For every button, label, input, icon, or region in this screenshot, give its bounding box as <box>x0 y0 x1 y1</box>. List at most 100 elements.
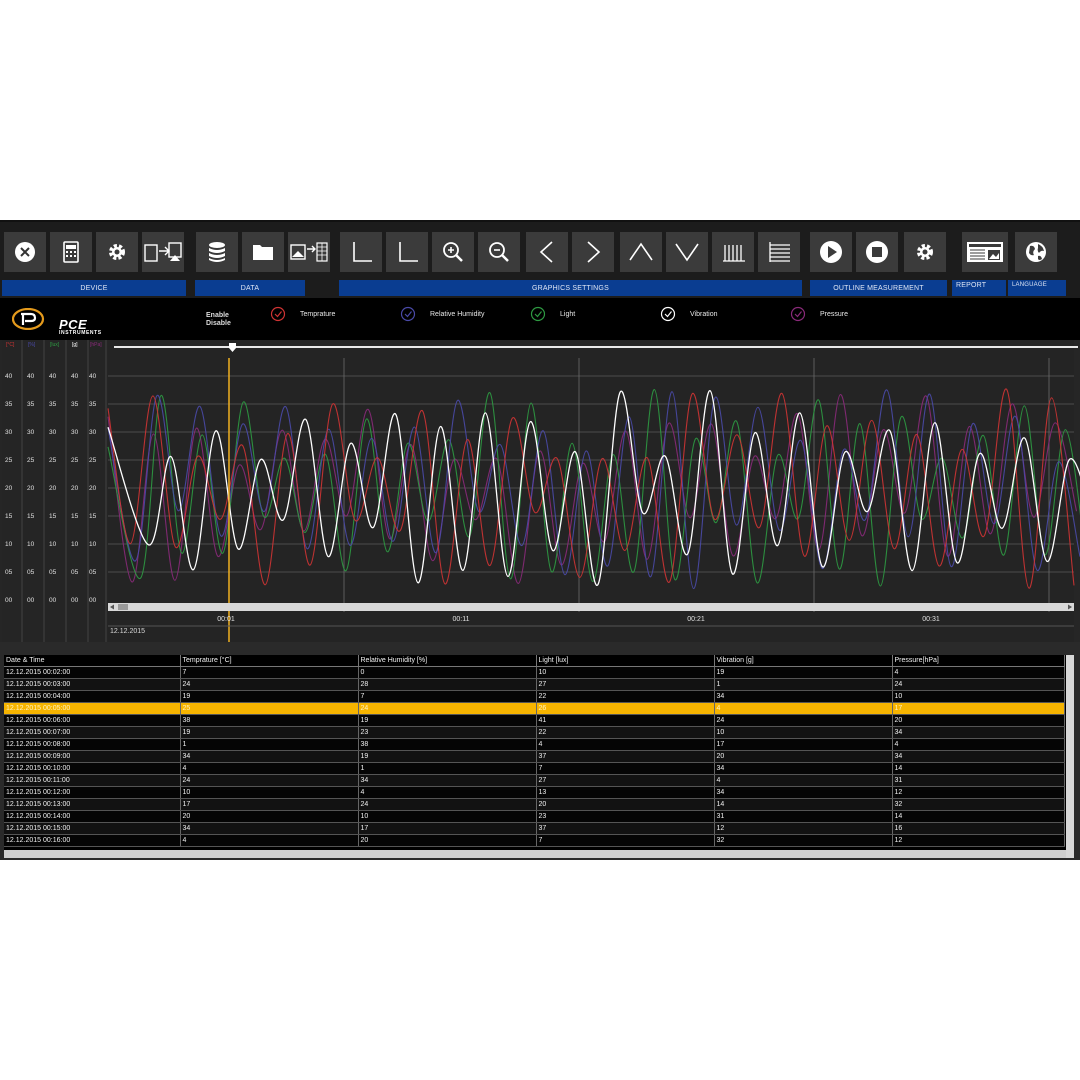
table-row[interactable]: 12.12.2015 00:09:00 34 19 37 20 34 <box>4 750 1065 763</box>
table-row[interactable]: 12.12.2015 00:10:00 4 1 7 34 14 <box>4 762 1065 775</box>
column-header[interactable]: Date & Time <box>4 655 181 667</box>
legend-humidity-toggle[interactable]: Relative Humidity <box>400 306 484 322</box>
table-cell: 10 <box>892 690 1065 703</box>
toolbar: DEVICE DATA GRAPHICS SETTINGS OUTLINE ME… <box>0 220 1080 300</box>
table-cell: 12.12.2015 00:14:00 <box>4 810 181 823</box>
check-circle-icon <box>400 306 416 322</box>
scroll-left-button[interactable] <box>526 232 568 272</box>
database-icon <box>209 242 225 262</box>
table-row[interactable]: 12.12.2015 00:12:00 10 4 13 34 12 <box>4 786 1065 799</box>
zoom-in-button[interactable] <box>432 232 474 272</box>
table-cell: 37 <box>536 750 715 763</box>
axis-button-1[interactable] <box>340 232 382 272</box>
zoom-out-button[interactable] <box>478 232 520 272</box>
scroll-down-button[interactable] <box>666 232 708 272</box>
y-tick-label: 20 <box>27 485 35 492</box>
axis-icon <box>399 242 418 262</box>
zoom-out-icon <box>489 242 509 262</box>
enable-text: Enable <box>206 312 229 319</box>
y-tick-label: 20 <box>89 485 97 492</box>
table-cell: 12 <box>892 834 1065 847</box>
chevron-right-icon <box>587 241 601 263</box>
table-row-selected[interactable]: 12.12.2015 00:05:00 25 24 26 4 17 <box>4 702 1065 715</box>
table-cell: 12.12.2015 00:05:00 <box>4 702 181 715</box>
language-button[interactable] <box>1015 232 1057 272</box>
export-button[interactable] <box>288 232 330 272</box>
table-row[interactable]: 12.12.2015 00:14:00 20 10 23 31 14 <box>4 810 1065 823</box>
table-cell: 20 <box>536 798 715 811</box>
y-tick-label: 35 <box>49 401 57 408</box>
play-button[interactable] <box>810 232 852 272</box>
folder-icon <box>253 245 273 260</box>
legend-temperature-toggle[interactable]: Temprature <box>270 306 335 322</box>
table-vertical-scrollbar[interactable] <box>1066 655 1074 858</box>
gear-icon <box>917 244 933 260</box>
data-section: DATA <box>195 280 305 296</box>
table-header-row: Date & Time Temprature [°C] Relative Humid… <box>4 655 1065 667</box>
legend-pressure-toggle[interactable]: Pressure <box>790 306 848 322</box>
column-header[interactable]: Vibration [g] <box>714 655 893 667</box>
table-row[interactable]: 12.12.2015 00:15:00 34 17 37 12 16 <box>4 822 1065 835</box>
column-header[interactable]: Light [lux] <box>536 655 715 667</box>
table-cell: 34 <box>714 762 893 775</box>
table-row[interactable]: 12.12.2015 00:04:00 19 7 22 34 10 <box>4 690 1065 703</box>
y-tick-label: 00 <box>49 597 57 604</box>
table-cell: 7 <box>536 834 715 847</box>
table-cell: 26 <box>536 702 715 715</box>
column-header[interactable]: Temprature [°C] <box>180 655 359 667</box>
table-cell: 7 <box>358 690 537 703</box>
column-header[interactable]: Relative Humidity [%] <box>358 655 537 667</box>
table-row[interactable]: 12.12.2015 00:03:00 24 28 27 1 24 <box>4 678 1065 691</box>
table-cell: 4 <box>180 834 359 847</box>
table-cell: 24 <box>892 678 1065 691</box>
table-cell: 4 <box>892 738 1065 751</box>
table-row[interactable]: 12.12.2015 00:11:00 24 34 27 4 31 <box>4 774 1065 787</box>
table-cell: 22 <box>536 726 715 739</box>
close-button[interactable] <box>4 232 46 272</box>
line-chart[interactable]: [°C] 40 35 30 25 20 15 10 05 00 [%] 40 35 30 25 20 15 10 0… <box>0 340 1080 642</box>
stop-button[interactable] <box>856 232 898 272</box>
report-button[interactable] <box>962 232 1008 272</box>
device-button[interactable] <box>50 232 92 272</box>
y-tick-label: 20 <box>5 485 13 492</box>
legend-vibration-toggle[interactable]: Vibration <box>660 306 718 322</box>
table-cell: 25 <box>180 702 359 715</box>
transfer-button[interactable] <box>142 232 184 272</box>
y-tick-label: 00 <box>5 597 13 604</box>
table-horizontal-scrollbar[interactable] <box>4 850 1066 858</box>
device-section: DEVICE <box>2 280 186 296</box>
table-row[interactable]: 12.12.2015 00:02:00 7 0 10 19 4 <box>4 666 1065 679</box>
chart-scrollbar[interactable] <box>108 603 1074 611</box>
open-folder-button[interactable] <box>242 232 284 272</box>
legend-light-toggle[interactable]: Light <box>530 306 575 322</box>
device-settings-button[interactable] <box>96 232 138 272</box>
table-row[interactable]: 12.12.2015 00:06:00 38 19 41 24 20 <box>4 714 1065 727</box>
y-tick-label: 25 <box>27 457 35 464</box>
table-cell: 17 <box>180 798 359 811</box>
column-header[interactable]: Pressure[hPa] <box>892 655 1065 667</box>
x-tick-label: 00:31 <box>922 616 940 623</box>
table-cell: 12.12.2015 00:10:00 <box>4 762 181 775</box>
measurement-settings-button[interactable] <box>904 232 946 272</box>
table-row[interactable]: 12.12.2015 00:16:00 4 20 7 32 12 <box>4 834 1065 847</box>
table-cell: 19 <box>180 690 359 703</box>
table-row[interactable]: 12.12.2015 00:13:00 17 24 20 14 32 <box>4 798 1065 811</box>
vertical-grid-button[interactable] <box>712 232 754 272</box>
scroll-right-button[interactable] <box>572 232 614 272</box>
zoom-in-icon <box>443 242 463 262</box>
table-row[interactable]: 12.12.2015 00:07:00 19 23 22 10 34 <box>4 726 1065 739</box>
table-cell: 4 <box>892 666 1065 679</box>
scroll-up-button[interactable] <box>620 232 662 272</box>
table-cell: 20 <box>358 834 537 847</box>
axis-button-2[interactable] <box>386 232 428 272</box>
table-cell: 10 <box>358 810 537 823</box>
chart-scrollbar-thumb[interactable] <box>118 604 128 610</box>
database-button[interactable] <box>196 232 238 272</box>
y-tick-label: 30 <box>27 429 35 436</box>
table-cell: 38 <box>180 714 359 727</box>
horizontal-grid-button[interactable] <box>758 232 800 272</box>
disable-text: Disable <box>206 320 231 327</box>
x-tick-label: 00:21 <box>687 616 705 623</box>
table-row[interactable]: 12.12.2015 00:08:00 1 38 4 17 4 <box>4 738 1065 751</box>
table-cell: 27 <box>536 678 715 691</box>
